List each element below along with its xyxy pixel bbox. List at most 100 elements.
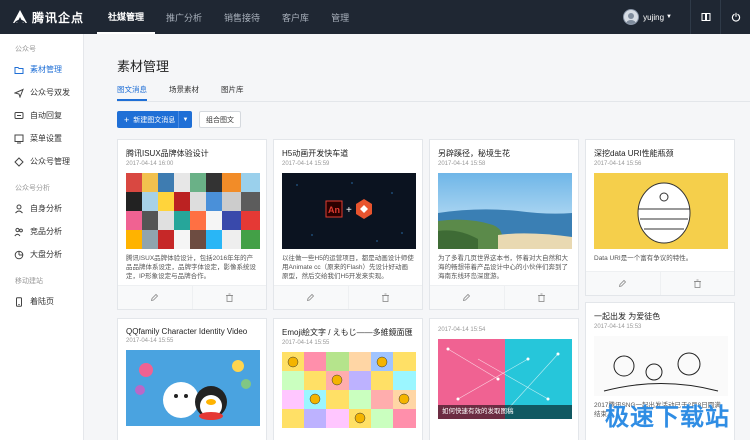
sidebar-item-auto-reply[interactable]: 自动回复 [0, 104, 83, 127]
card-title: 深挖data URI性能瓶颈 [594, 149, 674, 158]
emoji-grid-image [282, 352, 416, 428]
seascape-image [438, 173, 572, 249]
card-actions [118, 285, 266, 309]
article-card[interactable]: 2017-04-14 15:54 如何快速有效的发取图稿 [429, 318, 579, 440]
card-actions [274, 285, 422, 309]
combine-article-button[interactable]: 组合图文 [199, 111, 241, 128]
watermark: 极速下载站 [605, 404, 730, 431]
delete-icon[interactable] [347, 286, 423, 309]
illustration-image [594, 173, 728, 249]
card-title: QQfamily Character Identity Video [126, 327, 248, 336]
pie-chart-icon [14, 250, 24, 259]
article-card[interactable]: QQfamily Character Identity Video 2017-0… [117, 318, 267, 440]
card-date: 2017-04-14 15:58 [438, 161, 486, 167]
mobile-icon [16, 296, 22, 307]
delete-icon[interactable] [191, 286, 267, 309]
card-date: 2017-04-14 15:55 [282, 340, 330, 346]
app-name: 腾讯企点 [32, 10, 85, 25]
sidebar-item-label: 公众号管理 [30, 157, 70, 166]
sketch-image [594, 336, 728, 396]
card-thumbnail [282, 352, 416, 428]
tab-news[interactable]: 图文消息 [117, 84, 147, 101]
sidebar-group-account-analysis: 公众号分析 [15, 185, 50, 192]
sidebar-item-label: 竞品分析 [30, 227, 62, 236]
card-date: 2017-04-14 15:53 [594, 324, 642, 330]
top-bar: 腾讯企点 社媒管理 推广分析 销售接待 客户库 管理 yujing ▼ [0, 0, 750, 34]
send-icon [14, 88, 24, 98]
plus-icon: + [124, 114, 130, 125]
reply-icon [14, 111, 24, 119]
content-tabs: 图文消息 场景素材 图片库 [117, 84, 750, 102]
diamond-icon [14, 156, 24, 167]
new-article-button[interactable]: + 新建图文消息 ▼ [117, 111, 192, 128]
chevron-down-icon[interactable]: ▼ [666, 14, 672, 20]
new-article-label: 新建图文消息 [133, 116, 176, 124]
sidebar-item-menu-settings[interactable]: 菜单设置 [0, 127, 83, 150]
svg-text:+: + [346, 205, 352, 216]
card-description: 腾讯ISUX品牌体验设计，包括2016年年的产品品牌体系设定，品牌字体设定，影像… [126, 255, 256, 280]
article-card[interactable]: 腾讯ISUX品牌体验设计 2017-04-14 16:00 腾讯ISUX品牌体验… [117, 139, 267, 310]
sidebar-item-market-analysis[interactable]: 大盘分析 [0, 243, 83, 266]
logout-icon[interactable] [720, 0, 750, 34]
edit-icon[interactable] [430, 286, 504, 309]
card-description: 为了多看几页世界这本书，怀着对大自然和大海的畅想带着产品设计中心的小伙伴们奔到了… [438, 255, 568, 280]
nav-promotion-analysis[interactable]: 推广分析 [155, 0, 213, 34]
card-description: 以往做一些H5的运营项目，都是动画设计师使用Animate cc（原来的Flas… [282, 255, 414, 280]
card-thumbnail [438, 173, 572, 249]
card-title: 另辟蹊径，秘境生花 [438, 149, 510, 158]
sidebar-item-label: 着陆页 [30, 297, 54, 306]
card-actions [586, 271, 734, 295]
edit-icon[interactable] [118, 286, 192, 309]
sidebar: 公众号 素材管理 公众号双发 自动回复 菜单设置 公众号管理 公众号分析 自身分… [0, 34, 84, 440]
sidebar-item-label: 自动回复 [30, 111, 62, 120]
tab-scene-material[interactable]: 场景素材 [169, 84, 199, 101]
user-icon [15, 204, 23, 213]
card-title: Emoji絵文字 / えもじ——多維鏡面匯 [282, 328, 413, 337]
article-card[interactable]: Emoji絵文字 / えもじ——多維鏡面匯 2017-04-14 15:55 [273, 318, 423, 440]
card-thumbnail [594, 336, 728, 396]
page-title: 素材管理 [117, 59, 170, 74]
svg-text:An: An [328, 205, 340, 215]
card-thumbnail [594, 173, 728, 249]
delete-icon[interactable] [503, 286, 579, 309]
sidebar-item-label: 菜单设置 [30, 134, 62, 143]
edit-icon[interactable] [274, 286, 348, 309]
card-actions [430, 285, 578, 309]
card-date: 2017-04-14 15:54 [438, 327, 486, 333]
folder-icon [14, 66, 24, 74]
article-card[interactable]: 另辟蹊径，秘境生花 2017-04-14 15:58 为了多看几页世界这本书，怀… [429, 139, 579, 310]
user-area: yujing ▼ [623, 0, 750, 34]
article-card[interactable]: 深挖data URI性能瓶颈 2017-04-14 15:56 Data URI… [585, 139, 735, 296]
card-thumbnail: 如何快速有效的发取图稿 [438, 339, 572, 419]
nav-management[interactable]: 管理 [320, 0, 360, 34]
sidebar-item-label: 公众号双发 [30, 88, 70, 97]
animate-image: An + [282, 173, 416, 249]
app-logo[interactable]: 腾讯企点 [12, 9, 97, 26]
username[interactable]: yujing [643, 13, 664, 22]
card-date: 2017-04-14 15:56 [594, 161, 642, 167]
article-card[interactable]: H5动画开发快车道 2017-04-14 15:59 An + 以往做一些H5的… [273, 139, 423, 310]
menu-icon [14, 134, 24, 143]
sidebar-item-label: 自身分析 [30, 204, 62, 213]
chevron-down-icon[interactable]: ▼ [178, 111, 192, 128]
collage-image [126, 173, 260, 249]
sidebar-group-official-account: 公众号 [15, 46, 36, 53]
book-icon[interactable] [690, 0, 720, 34]
sidebar-item-material[interactable]: 素材管理 [0, 58, 83, 81]
sidebar-item-label: 大盘分析 [30, 250, 62, 259]
nav-customer-base[interactable]: 客户库 [271, 0, 320, 34]
sidebar-item-self-analysis[interactable]: 自身分析 [0, 197, 83, 220]
card-thumbnail [126, 173, 260, 249]
nav-sales-reception[interactable]: 销售接待 [213, 0, 271, 34]
avatar[interactable] [623, 9, 640, 25]
qqfamily-image [126, 350, 260, 426]
sidebar-item-competitor-analysis[interactable]: 竞品分析 [0, 220, 83, 243]
edit-icon[interactable] [586, 272, 660, 295]
sidebar-item-dual-send[interactable]: 公众号双发 [0, 81, 83, 104]
sidebar-item-account-management[interactable]: 公众号管理 [0, 150, 83, 173]
tab-image-library[interactable]: 图片库 [221, 84, 244, 101]
delete-icon[interactable] [659, 272, 735, 295]
nav-social-media[interactable]: 社媒管理 [97, 0, 156, 34]
card-title: 腾讯ISUX品牌体验设计 [126, 149, 209, 158]
sidebar-item-landing-page[interactable]: 着陆页 [0, 290, 83, 313]
